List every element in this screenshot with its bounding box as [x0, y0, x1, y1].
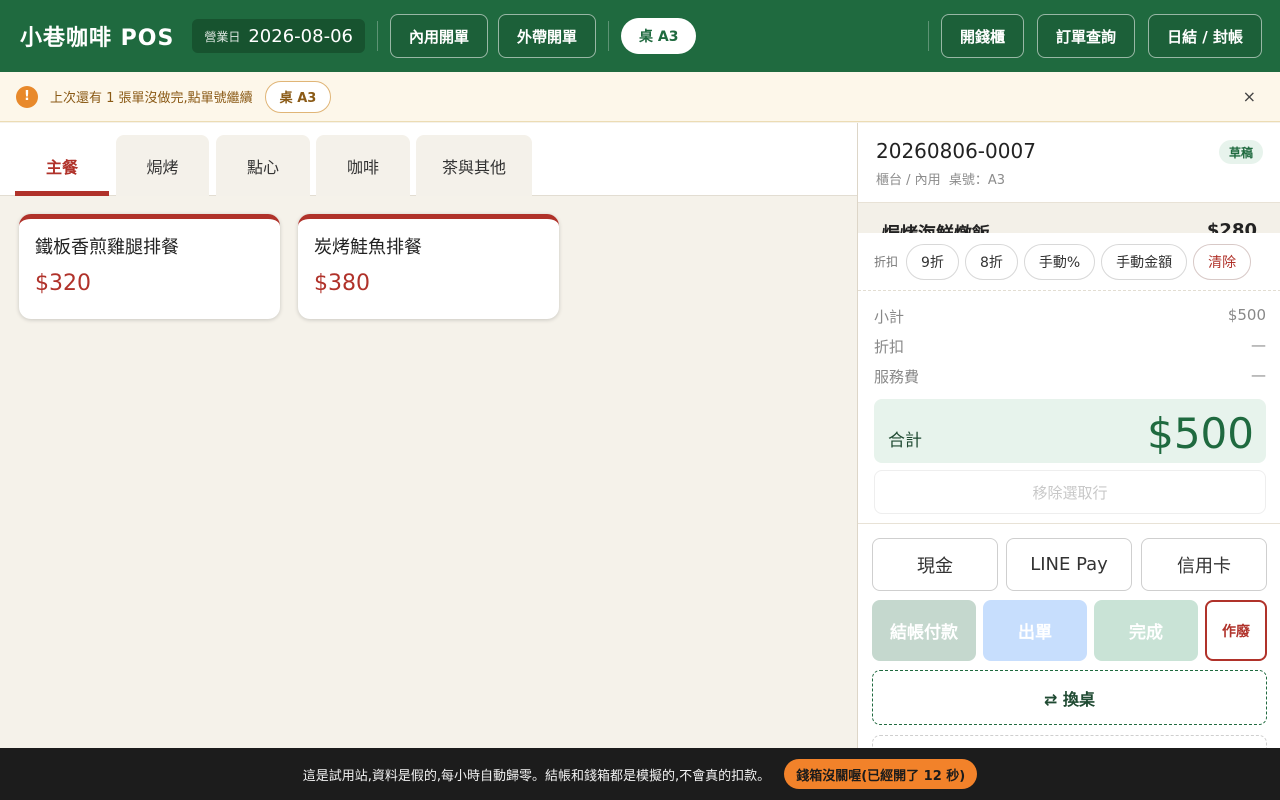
order-query-button[interactable]: 訂單查詢: [1037, 14, 1136, 58]
total-amount: $500: [1147, 409, 1254, 458]
divider: [376, 21, 378, 51]
manual-amount-button[interactable]: 手動金額: [1101, 243, 1188, 280]
menu-item-price: $380: [314, 271, 370, 296]
menu-item-name: 炭烤鮭魚排餐: [314, 237, 422, 258]
manual-percent-button[interactable]: 手動%: [1023, 243, 1096, 280]
complete-button[interactable]: 完成: [1094, 600, 1198, 661]
business-day-badge: 營業日 2026-08-06: [192, 19, 365, 53]
discount-summary-value: —: [1251, 336, 1266, 354]
order-line-item[interactable]: 焗烤海鮮燉飯 $280: [882, 220, 1257, 233]
discount-label: 折扣: [874, 255, 899, 269]
top-bar: 小巷咖啡 POS 營業日 2026-08-06 內用開單 外帶開單 桌 A3 開…: [0, 0, 1280, 72]
discount-90-button[interactable]: 9折: [906, 243, 959, 280]
clear-discount-button[interactable]: 清除: [1193, 243, 1252, 280]
void-button[interactable]: 作廢: [1205, 600, 1267, 661]
subtotal-value: $500: [1227, 306, 1266, 324]
resume-order-button[interactable]: 桌 A3: [264, 80, 332, 113]
day-close-button[interactable]: 日結 / 封帳: [1148, 14, 1262, 58]
close-icon[interactable]: ×: [1243, 87, 1256, 106]
service-fee-row: 服務費 —: [874, 366, 1266, 387]
current-table-pill[interactable]: 桌 A3: [621, 18, 697, 54]
unfinished-order-notice: ! 上次還有 1 張單沒做完,點單號繼續 桌 A3 ×: [0, 72, 1280, 122]
menu-item-card[interactable]: 鐵板香煎雞腿排餐 $320: [19, 214, 280, 319]
menu-item-price: $320: [35, 271, 91, 296]
service-fee-value: —: [1251, 366, 1266, 384]
tab-main-course[interactable]: 主餐: [15, 135, 109, 196]
divider: [928, 21, 930, 51]
checkout-button[interactable]: 結帳付款: [872, 600, 976, 661]
category-tabs: 主餐 焗烤 點心 咖啡 茶與其他: [0, 123, 857, 196]
order-panel: 20260806-0007 櫃台 / 內用 桌號：A3 草稿 焗烤海鮮燉飯 $2…: [857, 123, 1280, 765]
line-item-name: 焗烤海鮮燉飯: [882, 220, 990, 233]
app-title: 小巷咖啡 POS: [20, 26, 175, 51]
warning-icon: !: [16, 85, 38, 108]
divider: [608, 21, 609, 51]
remove-selected-line-button[interactable]: 移除選取行: [874, 470, 1266, 514]
print-receipt-button[interactable]: 出單: [983, 600, 1087, 661]
takeout-order-button[interactable]: 外帶開單: [497, 14, 596, 58]
menu-panel: 主餐 焗烤 點心 咖啡 茶與其他 鐵板香煎雞腿排餐 $320 炭烤鮭魚排餐 $3…: [0, 123, 857, 748]
line-item-price: $280: [1206, 220, 1257, 233]
dine-in-order-button[interactable]: 內用開單: [389, 14, 488, 58]
total-label: 合計: [888, 431, 922, 451]
discount-bar: 折扣 9折 8折 手動% 手動金額 清除: [858, 233, 1280, 291]
tab-tea-and-others[interactable]: 茶與其他: [416, 135, 532, 196]
demo-notice-text: 這是試用站,資料是假的,每小時自動歸零。結帳和錢箱都是模擬的,不會真的扣款。: [302, 768, 771, 784]
tab-coffee[interactable]: 咖啡: [316, 135, 410, 196]
service-fee-label: 服務費: [874, 368, 920, 386]
subtotal-label: 小計: [874, 308, 905, 326]
discount-summary-row: 折扣 —: [874, 336, 1266, 357]
drawer-open-warning[interactable]: 錢箱沒關喔(已經開了 12 秒): [784, 759, 978, 789]
notice-message: 上次還有 1 張單沒做完,點單號繼續: [50, 91, 253, 106]
pay-credit-card-button[interactable]: 信用卡: [1141, 538, 1267, 591]
pay-line-pay-button[interactable]: LINE Pay: [1006, 538, 1132, 591]
divider: [858, 523, 1280, 524]
change-table-button[interactable]: ⇄ 換桌: [872, 670, 1267, 725]
order-meta: 櫃台 / 內用 桌號：A3: [876, 173, 1006, 188]
order-items-list[interactable]: 焗烤海鮮燉飯 $280: [858, 203, 1280, 233]
open-drawer-button[interactable]: 開錢櫃: [941, 14, 1025, 58]
status-badge: 草稿: [1218, 140, 1263, 164]
tab-gratin[interactable]: 焗烤: [116, 135, 209, 196]
discount-summary-label: 折扣: [874, 338, 905, 356]
pay-cash-button[interactable]: 現金: [872, 538, 998, 591]
demo-banner: 這是試用站,資料是假的,每小時自動歸零。結帳和錢箱都是模擬的,不會真的扣款。 錢…: [0, 748, 1280, 800]
total-box: 合計 $500: [874, 399, 1266, 463]
menu-item-name: 鐵板香煎雞腿排餐: [35, 237, 179, 258]
discount-80-button[interactable]: 8折: [964, 243, 1018, 280]
menu-item-card[interactable]: 炭烤鮭魚排餐 $380: [298, 214, 559, 319]
subtotal-row: 小計 $500: [874, 306, 1266, 327]
business-day-label: 營業日: [204, 29, 241, 44]
order-number: 20260806-0007: [876, 139, 1036, 163]
business-day-value: 2026-08-06: [248, 25, 353, 47]
order-header: 20260806-0007 櫃台 / 內用 桌號：A3 草稿: [858, 123, 1280, 203]
tab-snacks[interactable]: 點心: [216, 135, 310, 196]
